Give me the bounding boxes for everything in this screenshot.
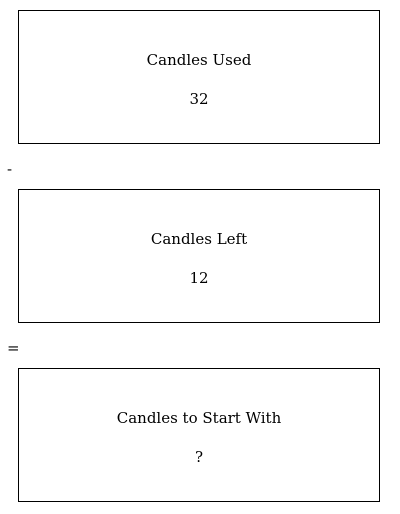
candles-start-box: Candles to Start With ? <box>18 368 380 502</box>
candles-used-label: Candles Used <box>146 51 252 69</box>
candles-left-box: Candles Left 12 <box>18 189 380 323</box>
candles-left-value: 12 <box>189 269 209 287</box>
candles-start-label: Candles to Start With <box>116 409 282 427</box>
candles-start-value: ? <box>194 448 204 466</box>
candles-left-label: Candles Left <box>150 230 248 248</box>
minus-operator: - <box>7 160 13 178</box>
equals-operator: = <box>7 339 20 357</box>
candles-used-box: Candles Used 32 <box>18 10 380 144</box>
candles-used-value: 32 <box>189 90 209 108</box>
